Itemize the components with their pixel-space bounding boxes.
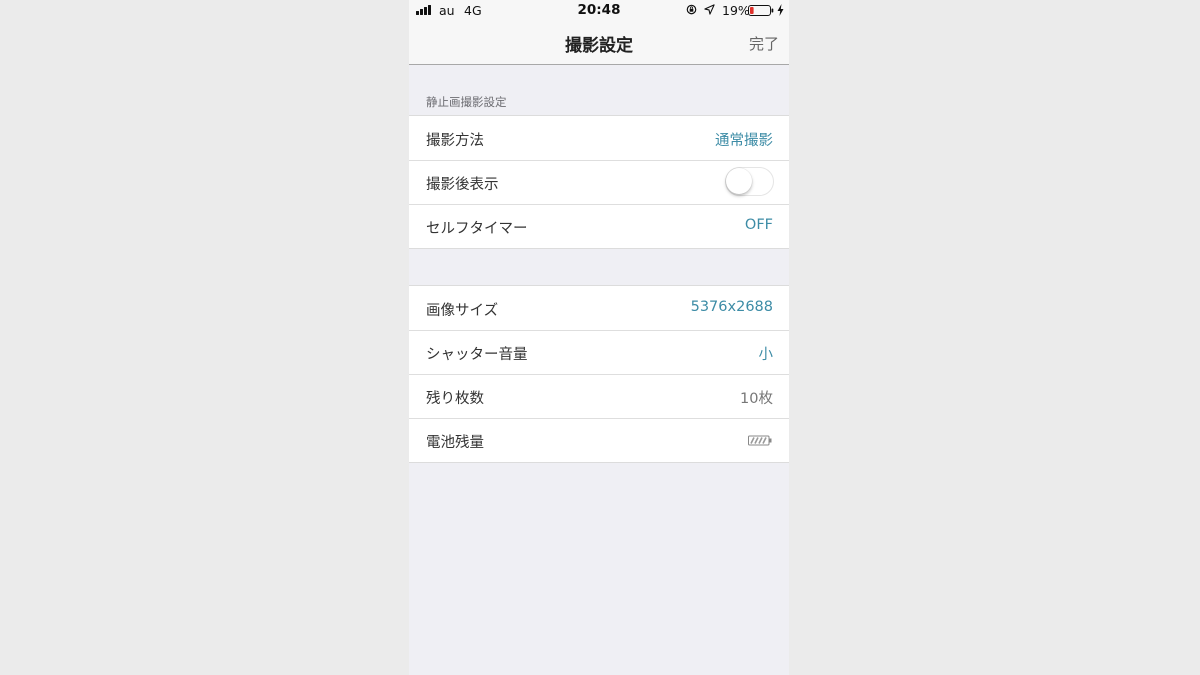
row-label: 撮影方法 (426, 133, 484, 149)
done-button[interactable]: 完了 (749, 33, 779, 54)
row-label: 撮影後表示 (426, 177, 499, 193)
battery-percent: 19% (722, 3, 750, 18)
navigation-bar: 撮影設定 完了 (409, 20, 789, 65)
row-value: 小 (758, 347, 774, 363)
row-value: 通常撮影 (715, 133, 773, 149)
phone-screen: au 4G 20:48 19% 撮影設定 完了 静止画撮影設定 撮影方法 通常撮… (409, 0, 789, 675)
row-label: 画像サイズ (426, 303, 499, 319)
location-icon (704, 4, 715, 15)
status-bar: au 4G 20:48 19% (409, 0, 789, 20)
remaining-shots-row: 残り枚数 10枚 (409, 374, 789, 418)
camera-battery-icon (748, 435, 772, 446)
row-value: 5376x2688 (690, 299, 773, 315)
post-view-row: 撮影後表示 (409, 160, 789, 204)
row-value: OFF (744, 217, 773, 233)
post-view-toggle[interactable] (725, 167, 774, 196)
shutter-volume-row[interactable]: シャッター音量 小 (409, 330, 789, 374)
camera-battery-row: 電池残量 (409, 418, 789, 462)
image-size-row[interactable]: 画像サイズ 5376x2688 (409, 286, 789, 330)
camera-info-group: 画像サイズ 5376x2688 シャッター音量 小 残り枚数 10枚 電池残量 (409, 285, 789, 463)
shooting-method-row[interactable]: 撮影方法 通常撮影 (409, 116, 789, 160)
toggle-knob (726, 168, 752, 194)
row-label: 電池残量 (426, 435, 484, 451)
battery-icon (748, 5, 774, 16)
row-label: シャッター音量 (426, 347, 528, 363)
row-value: 10枚 (740, 391, 773, 407)
still-settings-group: 撮影方法 通常撮影 撮影後表示 セルフタイマー OFF (409, 115, 789, 249)
row-label: セルフタイマー (426, 221, 528, 237)
row-label: 残り枚数 (426, 391, 484, 407)
page-title: 撮影設定 (565, 36, 633, 56)
self-timer-row[interactable]: セルフタイマー OFF (409, 204, 789, 248)
section-header-still: 静止画撮影設定 (426, 95, 507, 109)
orientation-lock-icon (686, 4, 697, 15)
charging-bolt-icon (777, 4, 784, 16)
